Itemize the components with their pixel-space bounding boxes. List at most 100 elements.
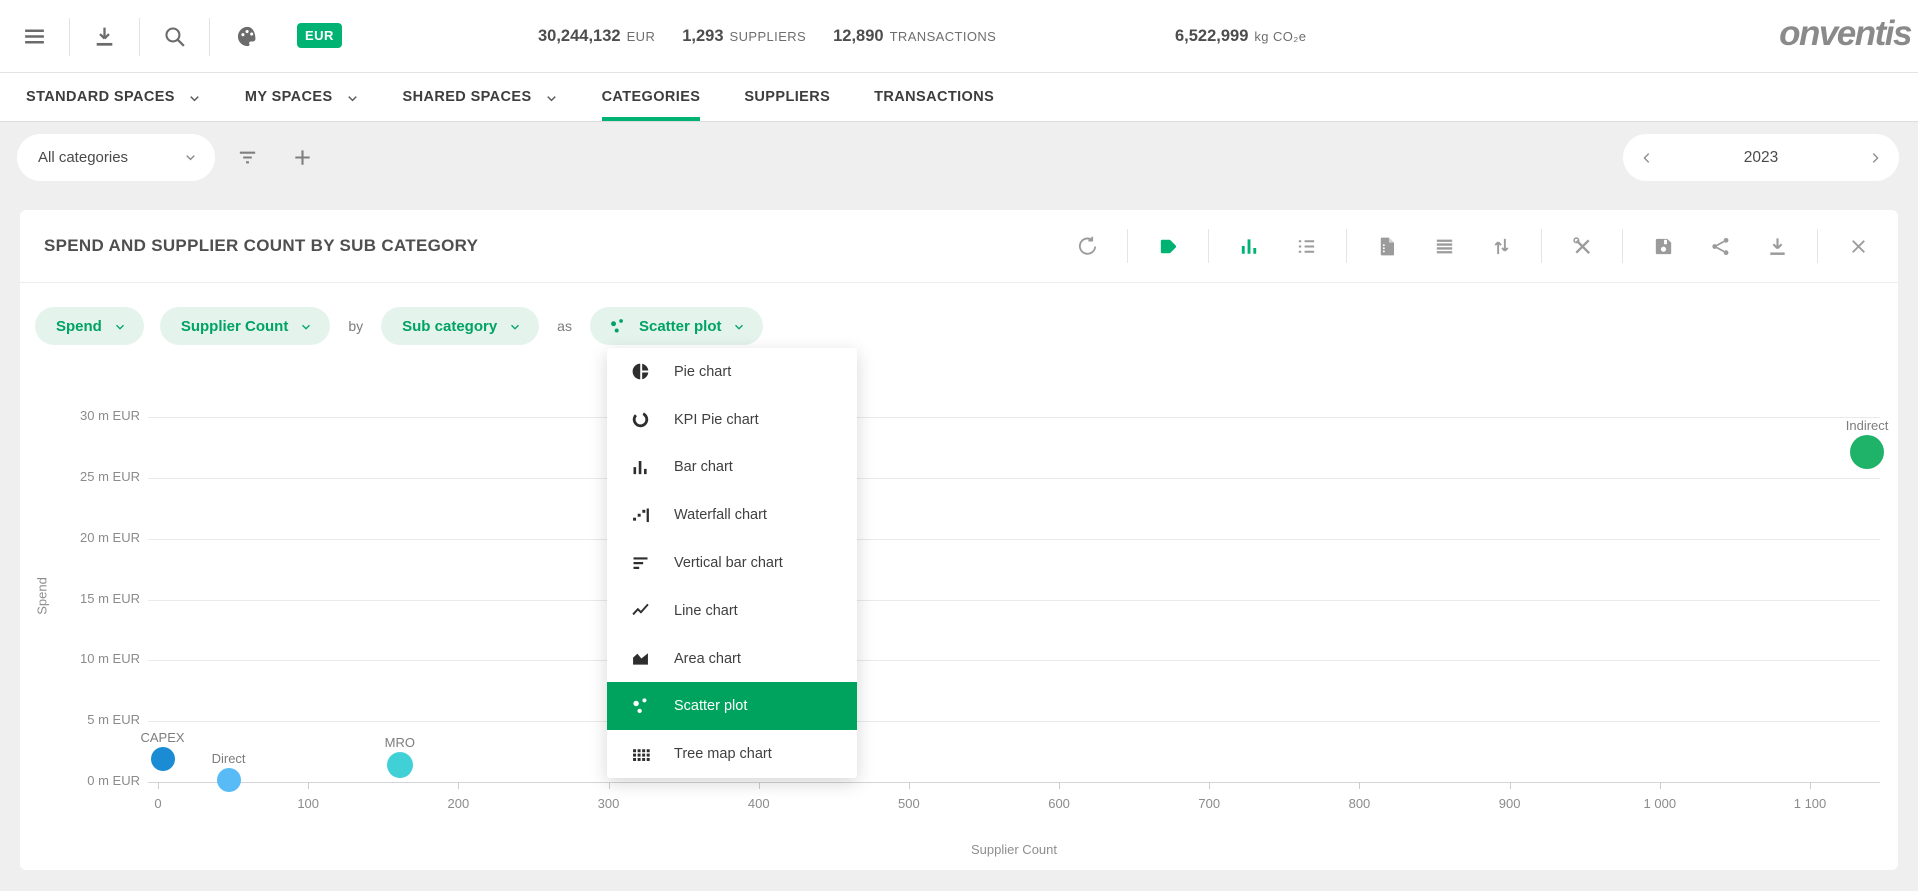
x-tick-mark [458, 782, 459, 789]
menu-item-vertical-bar-chart[interactable]: Vertical bar chart [607, 539, 857, 587]
menu-item-bar-chart[interactable]: Bar chart [607, 444, 857, 492]
download-button[interactable] [70, 0, 139, 73]
gridline [148, 782, 1880, 783]
stat-unit: TRANSACTIONS [890, 29, 997, 44]
menu-item-label: KPI Pie chart [674, 412, 759, 428]
plus-icon [291, 146, 314, 169]
x-tick-label: 400 [748, 796, 770, 811]
data-point-capex[interactable] [151, 747, 175, 771]
x-tick-mark [609, 782, 610, 789]
stat-spend: 30,244,132 EUR [538, 27, 655, 46]
tab-label: SUPPLIERS [744, 89, 830, 105]
data-point-label: CAPEX [140, 730, 184, 745]
chevron-down-icon [545, 92, 558, 105]
tab-suppliers[interactable]: SUPPLIERS [744, 73, 830, 121]
filter-bar: All categories 2023 [0, 122, 1918, 192]
onventis-logo: onventis [1779, 14, 1911, 54]
waterfall-chart-icon [630, 505, 651, 526]
header-stats: 30,244,132 EUR 1,293 SUPPLIERS 12,890 TR… [538, 0, 996, 73]
y-tick-label: 10 m EUR [20, 651, 140, 666]
x-tick-label: 800 [1349, 796, 1371, 811]
tab-label: CATEGORIES [602, 89, 701, 105]
tab-standard-spaces[interactable]: STANDARD SPACES [26, 73, 201, 121]
menu-item-label: Area chart [674, 651, 741, 667]
data-point-label: Indirect [1846, 418, 1889, 433]
y-tick-label: 20 m EUR [20, 530, 140, 545]
x-tick-label: 100 [297, 796, 319, 811]
search-icon [162, 24, 187, 49]
x-tick-label: 1 000 [1644, 796, 1677, 811]
plot-area: CAPEXDirectMROIndirect [158, 417, 1810, 782]
hamburger-icon [22, 24, 47, 49]
currency-badge[interactable]: EUR [297, 23, 342, 48]
x-tick-mark [158, 782, 159, 789]
year-value[interactable]: 2023 [1744, 149, 1778, 167]
chevron-down-icon [346, 92, 359, 105]
scatter-chart: Spend Supplier Count 0 m EUR5 m EUR10 m … [20, 210, 1898, 870]
chart-type-menu: Pie chart KPI Pie chart Bar chart Waterf… [607, 348, 857, 778]
menu-item-kpi-pie-chart[interactable]: KPI Pie chart [607, 396, 857, 444]
x-tick-mark [909, 782, 910, 789]
stat-suppliers: 1,293 SUPPLIERS [682, 27, 806, 46]
data-point-mro[interactable] [387, 752, 413, 778]
y-tick-label: 0 m EUR [20, 773, 140, 788]
category-select-value: All categories [38, 149, 128, 166]
x-tick-label: 500 [898, 796, 920, 811]
line-chart-icon [630, 600, 651, 621]
pie-chart-icon [630, 361, 651, 382]
x-tick-label: 700 [1198, 796, 1220, 811]
x-tick-mark [759, 782, 760, 789]
x-tick-label: 1 100 [1794, 796, 1827, 811]
kpi-pie-chart-icon [630, 409, 651, 430]
stat-value: 30,244,132 [538, 27, 621, 46]
x-tick-label: 900 [1499, 796, 1521, 811]
x-tick-mark [1510, 782, 1511, 789]
stat-co2: 6,522,999 kg CO₂e [1175, 27, 1306, 46]
menu-item-tree-map-chart[interactable]: Tree map chart [607, 730, 857, 778]
category-select[interactable]: All categories [17, 134, 215, 181]
hamburger-menu-button[interactable] [0, 0, 69, 73]
chevron-right-icon[interactable] [1868, 151, 1882, 165]
add-filter-button[interactable] [279, 134, 325, 181]
data-point-label: MRO [385, 735, 415, 750]
stat-value: 12,890 [833, 27, 883, 46]
area-chart-icon [630, 648, 651, 669]
chevron-down-icon [184, 151, 197, 164]
y-tick-label: 25 m EUR [20, 469, 140, 484]
x-tick-label: 300 [598, 796, 620, 811]
stat-value: 1,293 [682, 27, 723, 46]
stat-transactions: 12,890 TRANSACTIONS [833, 27, 996, 46]
year-selector: 2023 [1623, 134, 1899, 181]
filter-icon [236, 146, 259, 169]
vertical-bar-chart-icon [630, 553, 651, 574]
theme-button[interactable] [210, 0, 285, 73]
x-tick-mark [1359, 782, 1360, 789]
y-tick-label: 30 m EUR [20, 408, 140, 423]
stat-unit: kg CO₂e [1254, 29, 1306, 44]
tab-my-spaces[interactable]: MY SPACES [245, 73, 359, 121]
stat-value: 6,522,999 [1175, 27, 1248, 46]
x-tick-mark [1059, 782, 1060, 789]
search-button[interactable] [140, 0, 209, 73]
tab-label: STANDARD SPACES [26, 89, 175, 105]
chevron-left-icon[interactable] [1640, 151, 1654, 165]
tree-map-chart-icon [630, 744, 651, 765]
tab-categories[interactable]: CATEGORIES [602, 73, 701, 121]
tab-transactions[interactable]: TRANSACTIONS [874, 73, 994, 121]
data-point-direct[interactable] [217, 768, 241, 792]
menu-item-label: Vertical bar chart [674, 555, 783, 571]
menu-item-waterfall-chart[interactable]: Waterfall chart [607, 491, 857, 539]
stat-unit: SUPPLIERS [730, 29, 807, 44]
menu-item-scatter-plot[interactable]: Scatter plot [607, 682, 857, 730]
x-tick-label: 0 [154, 796, 161, 811]
x-tick-label: 600 [1048, 796, 1070, 811]
menu-item-area-chart[interactable]: Area chart [607, 635, 857, 683]
app-header: EUR 30,244,132 EUR 1,293 SUPPLIERS 12,89… [0, 0, 1918, 73]
header-stats-co2: 6,522,999 kg CO₂e [1175, 0, 1306, 73]
filter-button[interactable] [224, 134, 270, 181]
menu-item-label: Waterfall chart [674, 507, 767, 523]
tab-shared-spaces[interactable]: SHARED SPACES [403, 73, 558, 121]
menu-item-line-chart[interactable]: Line chart [607, 587, 857, 635]
chevron-down-icon [188, 92, 201, 105]
menu-item-pie-chart[interactable]: Pie chart [607, 348, 857, 396]
